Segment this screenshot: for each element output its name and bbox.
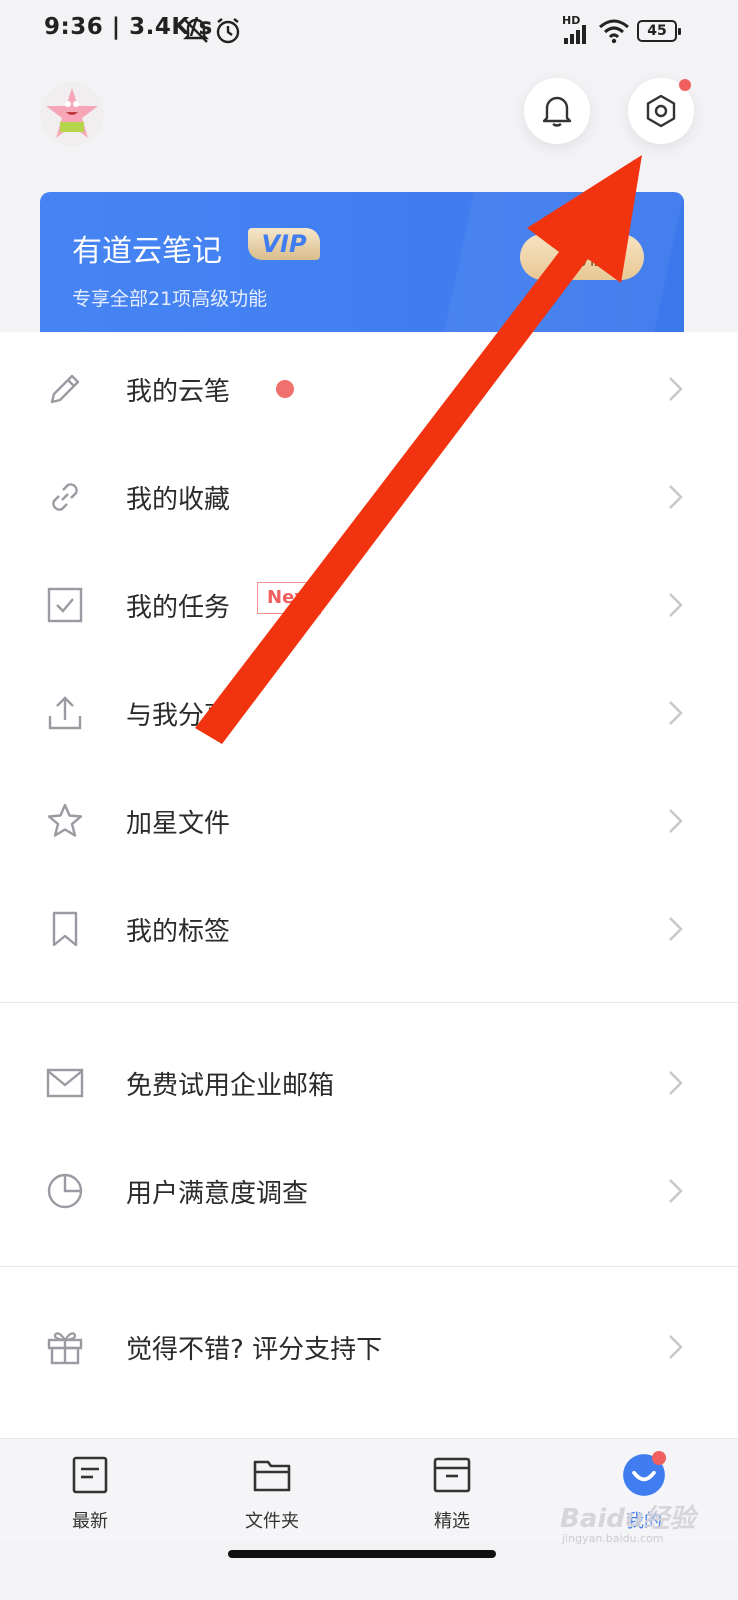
- vip-banner[interactable]: 有道云笔记 VIP 专享全部21项高级功能 试用: [40, 192, 684, 342]
- menu-item-label: 我的云笔: [126, 377, 231, 407]
- chevron-right-icon: [669, 1179, 683, 1203]
- settings-hexagon-icon: [646, 94, 676, 128]
- star-icon: [47, 803, 83, 837]
- gift-icon: [47, 1332, 83, 1365]
- vip-trial-button[interactable]: 试用: [520, 234, 644, 280]
- watermark: Baidu经验: [560, 1504, 696, 1534]
- notification-button[interactable]: [524, 78, 590, 144]
- avatar[interactable]: [40, 82, 104, 146]
- chevron-right-icon: [669, 377, 683, 401]
- vip-badge: VIP: [248, 228, 320, 260]
- menu-item-label: 与我分享: [126, 701, 231, 731]
- bell-icon: [542, 96, 572, 127]
- document-icon: [72, 1456, 108, 1494]
- battery-indicator: 45: [637, 20, 681, 42]
- nav-tab-featured[interactable]: 精选: [392, 1439, 512, 1543]
- menu-item-my-cloud-pen[interactable]: 我的云笔: [0, 334, 738, 442]
- menu-item-label: 免费试用企业邮箱: [126, 1071, 335, 1101]
- menu-item-label: 加星文件: [126, 809, 231, 839]
- signal-icon: [564, 25, 586, 44]
- alarm-icon: [216, 18, 240, 44]
- menu-item-label: 用户满意度调查: [126, 1179, 309, 1209]
- menu-list: 我的云笔 我的收藏 我的任务 New 与我分享 加星文件 我的标签 免费试用企业…: [0, 332, 738, 1440]
- menu-item-my-favorites[interactable]: 我的收藏: [0, 442, 738, 550]
- settings-notification-dot: [679, 79, 691, 91]
- link-icon: [52, 483, 78, 511]
- mute-icon: [183, 18, 209, 43]
- menu-item-label: 我的任务: [126, 593, 231, 623]
- chevron-right-icon: [669, 1071, 683, 1095]
- checkbox-icon: [47, 587, 83, 623]
- chevron-right-icon: [669, 701, 683, 725]
- archive-icon: [433, 1457, 471, 1493]
- chevron-right-icon: [669, 485, 683, 509]
- menu-item-satisfaction-survey[interactable]: 用户满意度调查: [0, 1136, 738, 1244]
- patrick-star-avatar-icon: [46, 88, 98, 138]
- vip-title: 有道云笔记: [72, 234, 222, 269]
- chevron-right-icon: [669, 809, 683, 833]
- menu-item-enterprise-mail[interactable]: 免费试用企业邮箱: [0, 1028, 738, 1136]
- nav-tab-label: 精选: [434, 1511, 470, 1532]
- menu-item-rate-app[interactable]: 觉得不错? 评分支持下: [0, 1292, 738, 1400]
- mine-notification-dot: [652, 1451, 666, 1465]
- mail-icon: [46, 1068, 84, 1098]
- menu-item-label: 我的收藏: [126, 485, 231, 515]
- status-bar: 9:36 | 3.4K/s HD 45: [0, 0, 738, 62]
- wifi-icon: [599, 19, 629, 44]
- pie-chart-icon: [47, 1173, 83, 1209]
- nav-tab-label: 文件夹: [245, 1511, 299, 1532]
- menu-item-label: 觉得不错? 评分支持下: [126, 1335, 383, 1365]
- menu-item-shared-with-me[interactable]: 与我分享: [0, 658, 738, 766]
- chevron-right-icon: [669, 917, 683, 941]
- nav-tab-folders[interactable]: 文件夹: [212, 1439, 332, 1543]
- menu-item-starred-files[interactable]: 加星文件: [0, 766, 738, 874]
- watermark-url: jingyan.baidu.com: [562, 1532, 664, 1545]
- nav-tab-latest[interactable]: 最新: [30, 1439, 150, 1543]
- menu-item-my-tasks[interactable]: 我的任务 New: [0, 550, 738, 658]
- folder-icon: [253, 1460, 291, 1492]
- section-divider: [0, 1266, 738, 1267]
- menu-item-my-tags[interactable]: 我的标签: [0, 874, 738, 982]
- section-divider: [0, 1002, 738, 1003]
- vip-subtitle: 专享全部21项高级功能: [72, 288, 268, 310]
- bookmark-icon: [52, 911, 78, 947]
- chevron-right-icon: [669, 1335, 683, 1359]
- share-upload-icon: [48, 696, 82, 730]
- new-tag: New: [257, 582, 321, 614]
- nav-tab-label: 最新: [72, 1511, 108, 1532]
- menu-item-label: 我的标签: [126, 917, 231, 947]
- unread-dot: [276, 380, 294, 398]
- pen-icon: [50, 374, 80, 404]
- chevron-right-icon: [669, 593, 683, 617]
- home-indicator: [228, 1550, 496, 1558]
